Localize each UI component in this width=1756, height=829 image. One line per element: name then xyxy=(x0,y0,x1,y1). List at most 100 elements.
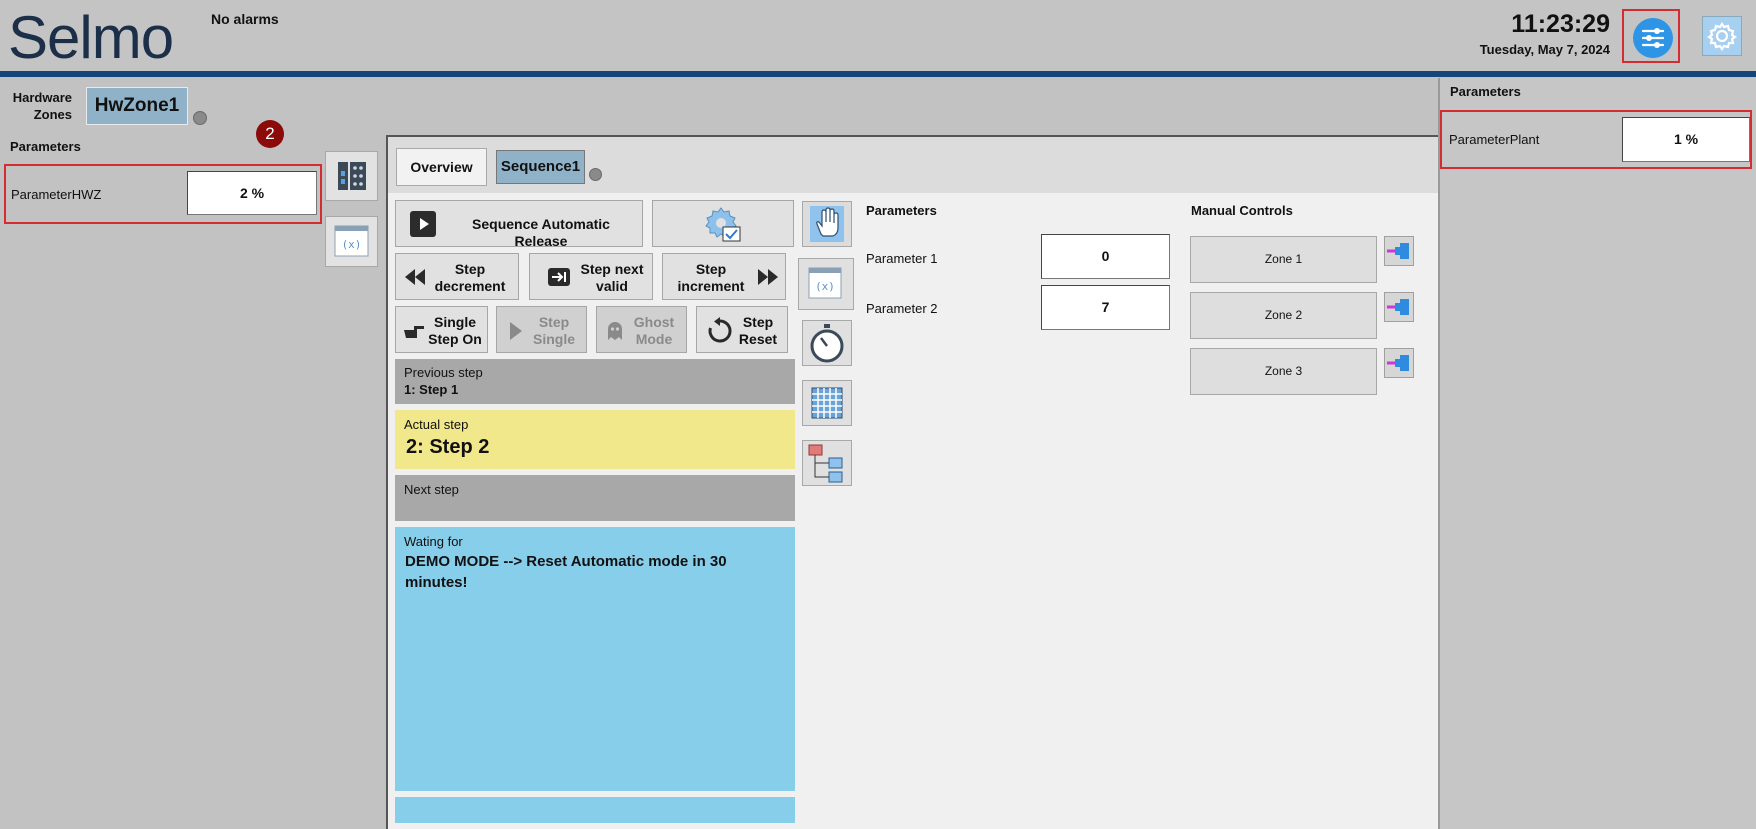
single-step-on-button[interactable]: Single Step On xyxy=(395,306,488,353)
next-step-label: Next step xyxy=(404,482,459,497)
clock-date: Tuesday, May 7, 2024 xyxy=(1479,42,1610,57)
step-next-valid-label-2: valid xyxy=(596,278,628,294)
next-step-box: Next step xyxy=(395,475,795,521)
gear-check-icon xyxy=(705,207,741,242)
plug-icon xyxy=(1387,299,1409,315)
sequence-parameters-title: Parameters xyxy=(866,203,937,218)
plant-parameter-name: ParameterPlant xyxy=(1449,132,1540,147)
stopwatch-icon xyxy=(810,324,844,363)
step-reset-label-1: Step xyxy=(742,314,774,330)
single-step-on-label-2: Step On xyxy=(428,331,482,347)
zone-3-plug-indicator[interactable] xyxy=(1384,348,1414,378)
pointing-hand-icon xyxy=(404,326,424,338)
table-view-button[interactable] xyxy=(802,380,852,426)
plug-icon xyxy=(1387,355,1409,371)
play-icon xyxy=(410,211,436,237)
manual-mode-button[interactable] xyxy=(802,201,852,247)
previous-step-label: Previous step xyxy=(404,365,483,380)
waiting-for-extra xyxy=(395,797,795,823)
plant-parameters-button[interactable] xyxy=(1622,9,1680,63)
tree-structure-icon xyxy=(808,444,843,483)
single-step-on-label-1: Single xyxy=(433,314,476,330)
previous-step-value: 1: Step 1 xyxy=(404,382,459,397)
ghost-icon xyxy=(608,322,622,340)
step-increment-button[interactable]: Step increment xyxy=(662,253,786,300)
sequence-automatic-release-button[interactable]: Sequence Automatic Release xyxy=(395,200,643,249)
step-reset-button[interactable]: Step Reset xyxy=(696,306,788,353)
sequence-settings-button[interactable] xyxy=(652,200,794,247)
plant-parameter-input[interactable]: 1 % xyxy=(1622,117,1750,162)
timer-button[interactable] xyxy=(802,320,852,366)
sequence-variables-button[interactable]: (x) xyxy=(798,258,854,310)
actual-step-box: Actual step 2: Step 2 xyxy=(395,410,795,469)
alarm-status[interactable]: No alarms xyxy=(211,11,279,27)
variable-window-icon: (x) xyxy=(334,225,369,257)
zone-2-button[interactable]: Zone 2 xyxy=(1190,292,1377,339)
sequence-status-led xyxy=(589,168,602,181)
manual-controls-title: Manual Controls xyxy=(1191,203,1293,218)
sequence-parameter-2-input[interactable]: 7 xyxy=(1041,285,1170,330)
plant-parameter-row: ParameterPlant 1 % xyxy=(1440,110,1752,169)
ghost-mode-label-2: Mode xyxy=(635,331,673,347)
svg-text:(x): (x) xyxy=(815,280,835,293)
clock-time: 11:23:29 xyxy=(1511,10,1610,38)
io-module-button[interactable] xyxy=(325,151,378,201)
grid-table-icon xyxy=(811,387,843,419)
hardware-zones-label: Hardware Zones xyxy=(12,90,72,122)
hwz-parameter-name: ParameterHWZ xyxy=(11,187,102,202)
hwzone-status-led xyxy=(193,111,207,125)
header-divider xyxy=(0,71,1756,77)
step-reset-label-2: Reset xyxy=(738,331,778,347)
plug-icon xyxy=(1387,243,1409,259)
annotation-badge-2: 2 xyxy=(256,120,284,148)
sequence-parameter-1-input[interactable]: 0 xyxy=(1041,234,1170,279)
step-single-label-2: Single xyxy=(532,331,575,347)
step-increment-label-1: Step xyxy=(695,261,727,277)
waiting-for-box: Wating for DEMO MODE --> Reset Automatic… xyxy=(395,527,795,791)
selmo-logo: Selmo xyxy=(8,4,174,71)
step-increment-label-2: increment xyxy=(677,278,745,294)
io-module-icon xyxy=(338,162,366,190)
step-next-valid-button[interactable]: Step next valid xyxy=(529,253,653,300)
actual-step-value: 2: Step 2 xyxy=(406,436,490,458)
step-single-button[interactable]: Step Single xyxy=(496,306,587,353)
step-single-label-1: Step xyxy=(538,314,570,330)
zone-2-plug-indicator[interactable] xyxy=(1384,292,1414,322)
zone-1-button[interactable]: Zone 1 xyxy=(1190,236,1377,283)
hand-icon xyxy=(810,206,844,242)
hwz-variables-button[interactable]: (x) xyxy=(325,216,378,267)
sequence-parameter-2-name: Parameter 2 xyxy=(866,301,938,316)
gear-icon xyxy=(1707,22,1737,51)
sliders-icon xyxy=(1633,18,1673,58)
previous-step-box: Previous step 1: Step 1 xyxy=(395,359,795,404)
svg-text:(x): (x) xyxy=(342,238,362,251)
waiting-for-label: Wating for xyxy=(404,534,463,549)
tab-sequence1[interactable]: Sequence1 xyxy=(496,150,585,184)
zone-1-plug-indicator[interactable] xyxy=(1384,236,1414,266)
rewind-icon xyxy=(405,269,425,285)
hwz-parameter-row: ParameterHWZ 2 % xyxy=(4,164,322,224)
skip-icon xyxy=(548,268,570,286)
hwz-parameters-title: Parameters xyxy=(10,139,81,154)
reset-icon xyxy=(708,317,732,343)
hwz-parameter-input[interactable]: 2 % xyxy=(187,171,317,215)
ghost-mode-button[interactable]: Ghost Mode xyxy=(596,306,687,353)
variable-window-icon: (x) xyxy=(808,267,842,299)
actual-step-label: Actual step xyxy=(404,417,469,432)
play-icon xyxy=(510,322,522,340)
plant-parameters-panel: Parameters xyxy=(1438,78,1756,829)
step-decrement-label-1: Step xyxy=(454,261,486,277)
tab-overview[interactable]: Overview xyxy=(396,148,487,186)
step-decrement-label-2: decrement xyxy=(434,278,506,294)
waiting-for-value: DEMO MODE --> Reset Automatic mode in 30… xyxy=(405,553,727,591)
hardware-zone-selector[interactable]: HwZone1 xyxy=(86,87,188,125)
step-decrement-button[interactable]: Step decrement xyxy=(395,253,519,300)
step-next-valid-label-1: Step next xyxy=(580,261,644,277)
fast-forward-icon xyxy=(758,269,778,285)
automatic-release-label: Sequence Automatic Release xyxy=(472,216,610,249)
plant-parameters-title: Parameters xyxy=(1450,84,1521,99)
settings-button[interactable] xyxy=(1702,16,1742,56)
sequence-parameter-1-name: Parameter 1 xyxy=(866,251,938,266)
structure-view-button[interactable] xyxy=(802,440,852,486)
zone-3-button[interactable]: Zone 3 xyxy=(1190,348,1377,395)
